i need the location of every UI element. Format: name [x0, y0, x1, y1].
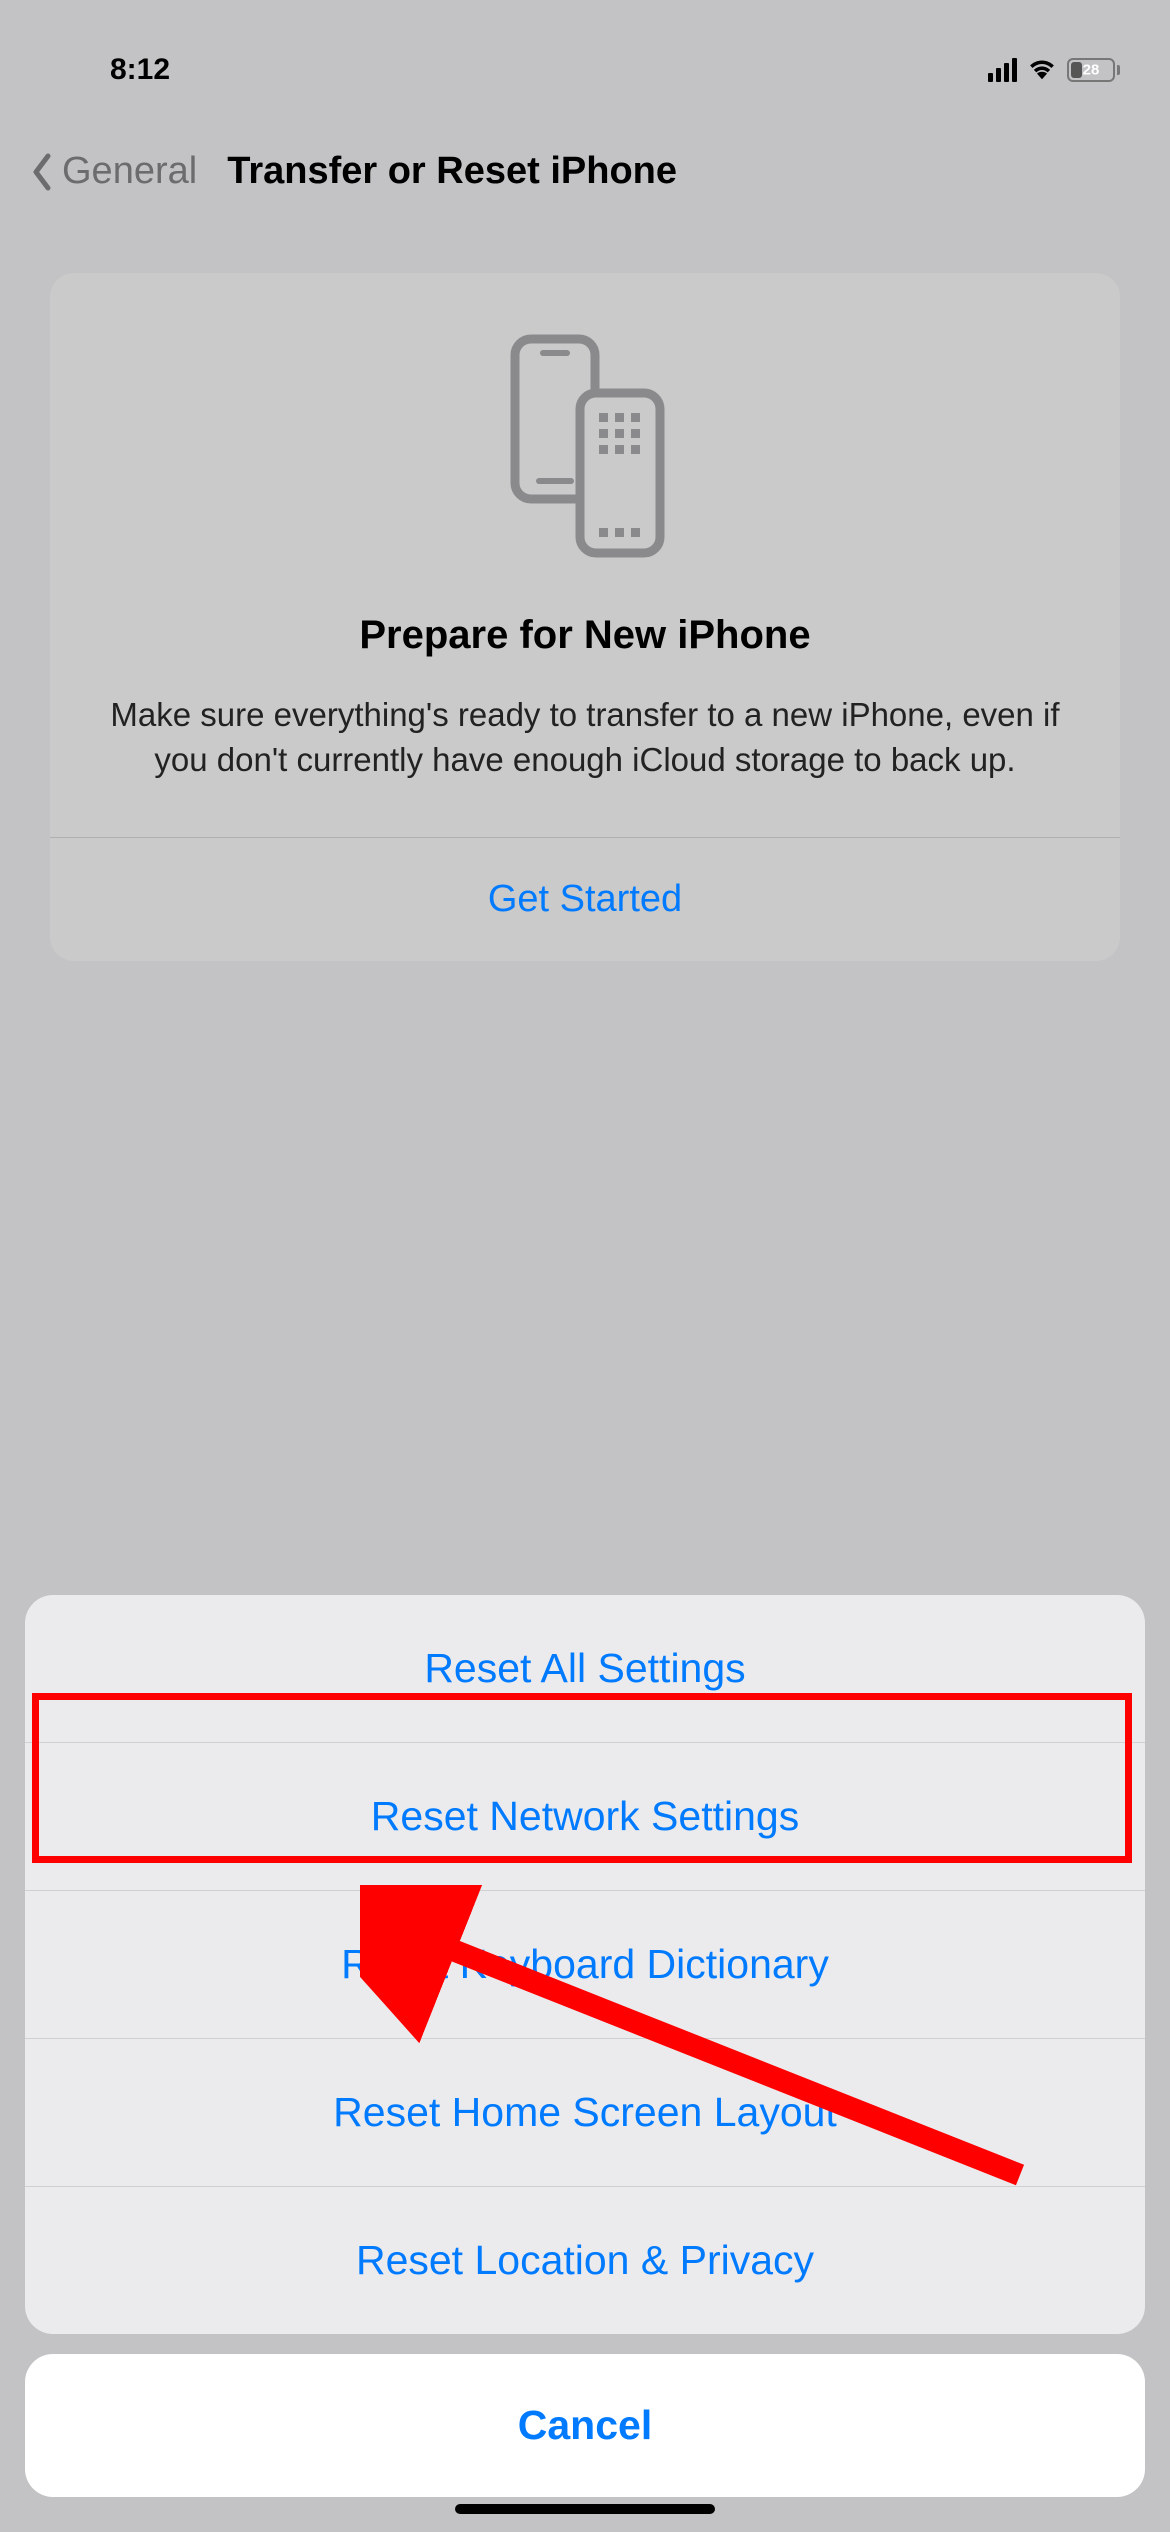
- back-label: General: [62, 150, 197, 193]
- nav-bar: General Transfer or Reset iPhone: [0, 120, 1170, 233]
- status-bar: 8:12 28: [0, 0, 1170, 120]
- cancel-button[interactable]: Cancel: [25, 2354, 1145, 2497]
- action-sheet-container: Reset All Settings Reset Network Setting…: [0, 1595, 1170, 2532]
- wifi-icon: [1027, 56, 1057, 85]
- phones-transfer-icon: [90, 333, 1080, 563]
- battery-percent: 28: [1083, 62, 1100, 79]
- prepare-card: Prepare for New iPhone Make sure everyth…: [50, 273, 1120, 961]
- reset-all-settings-option[interactable]: Reset All Settings: [25, 1595, 1145, 1743]
- get-started-button[interactable]: Get Started: [90, 838, 1080, 961]
- reset-location-privacy-option[interactable]: Reset Location & Privacy: [25, 2187, 1145, 2334]
- status-time: 8:12: [110, 53, 170, 87]
- cellular-signal-icon: [988, 58, 1017, 82]
- reset-action-sheet: Reset All Settings Reset Network Setting…: [25, 1595, 1145, 2334]
- reset-home-screen-layout-option[interactable]: Reset Home Screen Layout: [25, 2039, 1145, 2187]
- battery-icon: 28: [1067, 58, 1120, 82]
- home-indicator[interactable]: [455, 2504, 715, 2514]
- back-button[interactable]: General: [30, 150, 197, 193]
- status-indicators: 28: [988, 56, 1120, 85]
- reset-network-settings-option[interactable]: Reset Network Settings: [25, 1743, 1145, 1891]
- page-title: Transfer or Reset iPhone: [227, 150, 677, 193]
- reset-keyboard-dictionary-option[interactable]: Reset Keyboard Dictionary: [25, 1891, 1145, 2039]
- prepare-card-title: Prepare for New iPhone: [90, 613, 1080, 658]
- chevron-left-icon: [30, 152, 54, 192]
- prepare-card-description: Make sure everything's ready to transfer…: [90, 693, 1080, 782]
